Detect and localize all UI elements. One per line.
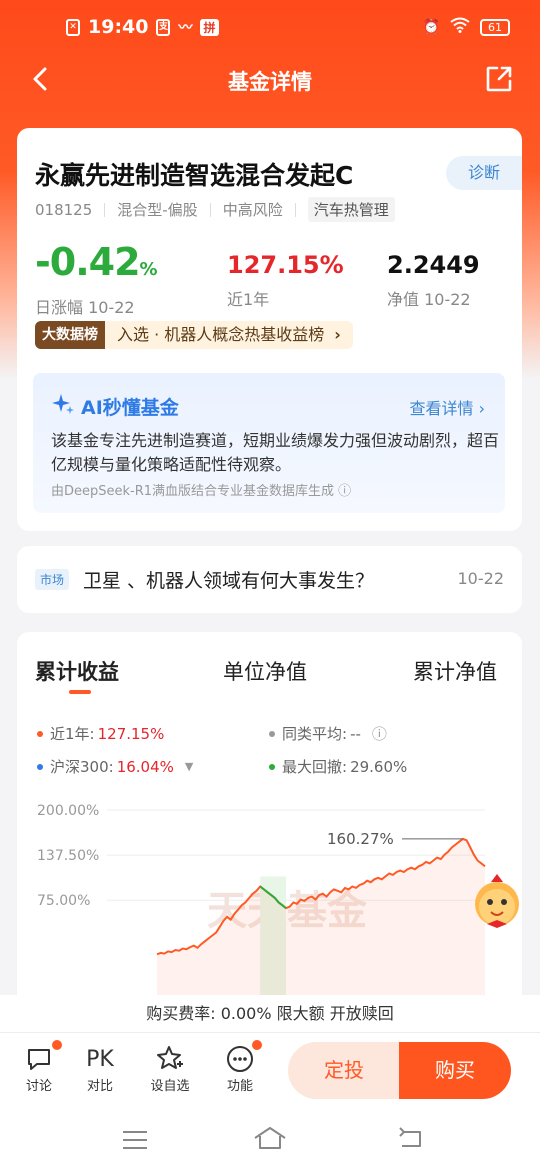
tab-indicator: [69, 690, 91, 694]
daily-change-unit: %: [139, 259, 158, 280]
peak-label: 160.27%: [327, 830, 394, 848]
system-nav-bar: [0, 1110, 540, 1170]
tab-cumulative-nav[interactable]: 累计净值: [413, 656, 497, 686]
y-tick-label: 200.00%: [37, 803, 99, 819]
home-icon[interactable]: [252, 1124, 288, 1152]
fund-type: 混合型-偏股: [117, 201, 198, 219]
diagnose-button[interactable]: 诊断: [446, 156, 522, 190]
legend-max-drawdown: 最大回撤: 29.60%: [269, 756, 407, 777]
daily-change-label: 日涨幅 10-22: [35, 298, 135, 317]
share-icon[interactable]: [484, 64, 514, 94]
add-watchlist-button[interactable]: 设自选: [146, 1043, 194, 1094]
rank-text: 入选 · 机器人概念热基收益榜 ›: [105, 321, 353, 349]
legend-year: 近1年: 127.15%: [37, 723, 164, 744]
fee-info: 购买费率: 0.00% 限大额 开放赎回: [0, 995, 540, 1033]
performance-chart-card: 累计收益 单位净值 累计净值 近1年: 127.15% 同类平均: -- ⓘ 沪深3…: [17, 632, 522, 1032]
news-card[interactable]: 市场 卫星 、机器人领域有何大事发生？ 10-22: [17, 546, 522, 613]
daily-change: -0.42% 日涨幅 10-22: [35, 240, 158, 318]
news-date: 10-22: [457, 569, 505, 588]
net-value-label: 净值 10-22: [387, 290, 471, 309]
ai-footer: 由DeepSeek-R1满血版结合专业基金数据库生成 ⓘ: [51, 484, 352, 499]
news-tag: 市场: [35, 569, 70, 590]
ai-title: AI秒懂基金: [51, 392, 179, 421]
ai-more-link[interactable]: 查看详情 ›: [409, 395, 485, 419]
notification-dot: [52, 1040, 62, 1050]
discuss-label: 讨论: [25, 1079, 52, 1094]
legend-category-avg: 同类平均: -- ⓘ: [269, 723, 387, 744]
legend-csi300[interactable]: 沪深300: 16.04% ▼: [37, 756, 193, 777]
wifi-icon: [450, 17, 470, 37]
y-tick-label: 137.50%: [37, 848, 99, 864]
app-notification-icon: 支: [156, 18, 171, 36]
fund-code: 018125: [35, 200, 93, 219]
fund-name: 永赢先进制造智选混合发起C: [35, 161, 354, 190]
chevron-right-icon: ›: [334, 325, 341, 344]
year-return-label: 近1年: [227, 290, 270, 309]
fund-theme-tag[interactable]: 汽车热管理: [307, 197, 395, 222]
news-headline: 卫星 、机器人领域有何大事发生？: [83, 570, 375, 592]
info-icon[interactable]: ⓘ: [338, 484, 351, 499]
buy-button[interactable]: 购买: [399, 1042, 511, 1099]
battery-icon: 61: [480, 18, 510, 36]
functions-label: 功能: [226, 1079, 253, 1094]
nav-bar: 基金详情: [0, 56, 540, 106]
net-value-value: 2.2449: [387, 251, 480, 279]
star-plus-icon: [146, 1043, 194, 1075]
tab-cumulative-return[interactable]: 累计收益: [35, 656, 119, 686]
status-bar: ✕ 19:40 支 〰 拼 ⏰ 61: [0, 0, 540, 60]
app-badge-icon: 拼: [200, 18, 219, 36]
status-time: 19:40: [88, 16, 149, 38]
year-return-value: 127.15%: [227, 251, 344, 279]
back-nav-icon[interactable]: [396, 1126, 426, 1152]
chat-bubble-icon: [20, 1040, 62, 1075]
heartbeat-icon: 〰: [178, 20, 193, 36]
rank-banner[interactable]: 大数据榜 入选 · 机器人概念热基收益榜 ›: [35, 321, 353, 349]
watch-label: 设自选: [150, 1079, 190, 1094]
dropdown-icon: ▼: [184, 760, 194, 773]
compare-label: 对比: [86, 1079, 113, 1094]
notification-dot: [252, 1040, 262, 1050]
chevron-right-icon: ›: [478, 399, 485, 418]
tab-unit-nav[interactable]: 单位净值: [223, 656, 307, 686]
rank-tag: 大数据榜: [35, 321, 105, 349]
alarm-icon: ⏰: [422, 19, 440, 35]
fund-meta: 018125 混合型-偏股 中高风险 汽车热管理: [35, 197, 395, 222]
y-tick-label: 75.00%: [37, 893, 90, 909]
fund-risk: 中高风险: [222, 201, 283, 219]
sparkle-icon: [51, 392, 75, 421]
ai-body: 该基金专注先进制造赛道，短期业绩爆发力强但波动剧烈，超百亿规模与量化策略适配性待…: [51, 431, 500, 474]
bottom-action-bar: 讨论 PK 对比 设自选 功能 定投 购买: [0, 1033, 540, 1110]
info-icon[interactable]: ⓘ: [372, 723, 387, 744]
discuss-button[interactable]: 讨论: [20, 1040, 62, 1094]
daily-change-value: -0.42: [35, 240, 141, 284]
net-value: 2.2449 净值 10-22: [387, 250, 480, 310]
more-dots-icon: [222, 1040, 262, 1075]
fund-summary-card: 永赢先进制造智选混合发起C 诊断 018125 混合型-偏股 中高风险 汽车热管…: [17, 128, 522, 531]
notification-icon: ✕: [66, 18, 80, 36]
compare-button[interactable]: PK 对比: [80, 1043, 120, 1095]
page-title: 基金详情: [228, 70, 312, 94]
functions-button[interactable]: 功能: [222, 1040, 262, 1094]
year-return: 127.15% 近1年: [227, 250, 344, 310]
pk-icon: PK: [86, 1046, 114, 1072]
menu-icon[interactable]: [120, 1128, 150, 1152]
sip-button[interactable]: 定投: [288, 1042, 400, 1099]
ai-summary-box: AI秒懂基金 查看详情 › 该基金专注先进制造赛道，短期业绩爆发力强但波动剧烈，…: [33, 373, 505, 513]
